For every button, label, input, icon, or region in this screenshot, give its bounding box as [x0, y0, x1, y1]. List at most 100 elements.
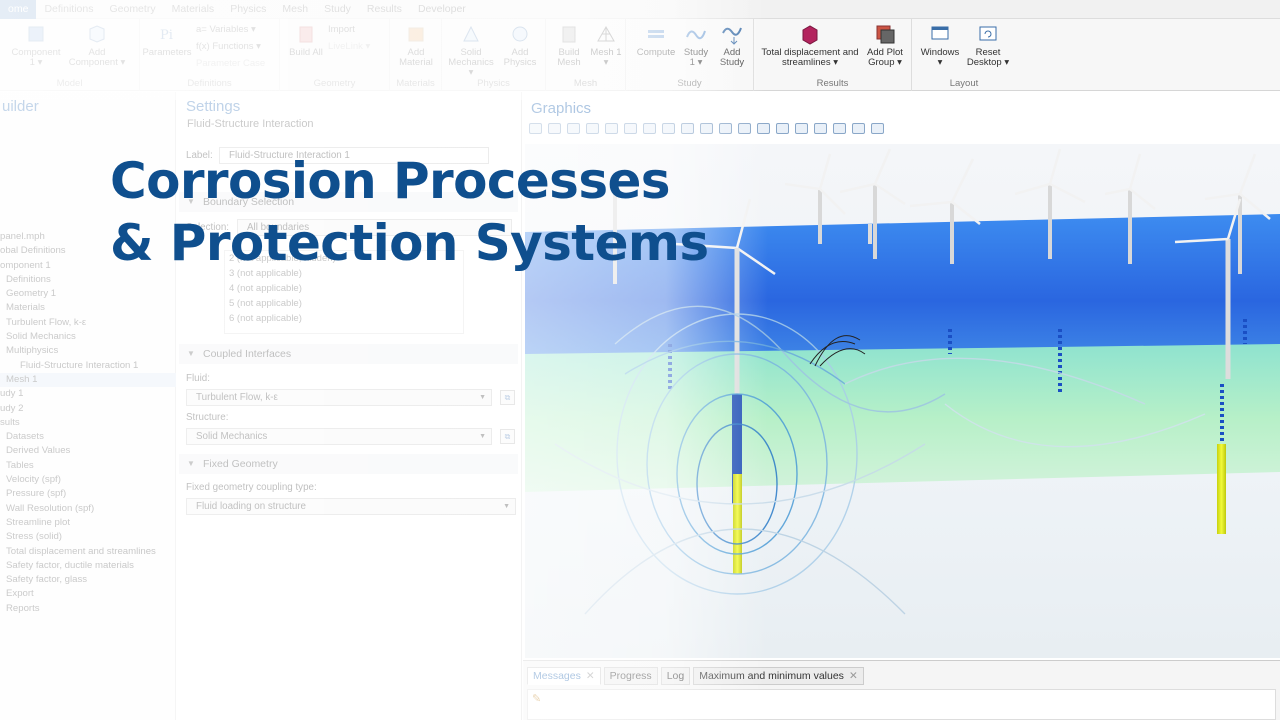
list-item[interactable]: 6 (not applicable)	[225, 311, 463, 326]
solid-mechanics-button[interactable]: Solid Mechanics ▾	[446, 23, 496, 78]
tab-log[interactable]: Log	[660, 667, 691, 685]
chevron-down-icon: ▼	[479, 433, 486, 440]
add-component-button[interactable]: Add Component ▾	[66, 23, 128, 68]
tree-node[interactable]: Safety factor, glass	[0, 573, 176, 587]
component-icon	[28, 26, 44, 42]
fluid-dropdown[interactable]: Turbulent Flow, k-ε ▼	[186, 389, 492, 406]
tree-node[interactable]: Wall Resolution (spf)	[0, 502, 176, 516]
parameters-button[interactable]: Pi Parameters	[142, 23, 192, 58]
image-snapshot-icon[interactable]	[871, 122, 884, 134]
collapse-icon: ▼	[187, 349, 195, 358]
transparency-icon[interactable]	[738, 122, 751, 134]
go-to-source-button[interactable]: ⧉	[500, 429, 515, 444]
axis-icon[interactable]	[605, 122, 618, 134]
tree-node[interactable]: Datasets	[0, 430, 176, 444]
tab-progress[interactable]: Progress	[603, 667, 658, 685]
component-button[interactable]: Component 1 ▾	[8, 23, 64, 68]
menu-study[interactable]: Study	[316, 3, 359, 15]
menu-developer[interactable]: Developer	[410, 3, 474, 15]
view-icon[interactable]	[681, 122, 694, 134]
tree-node[interactable]: Geometry 1	[0, 287, 176, 301]
menu-materials[interactable]: Materials	[164, 3, 223, 15]
menu-results[interactable]: Results	[359, 3, 410, 15]
pan-icon[interactable]	[662, 122, 675, 134]
broom-icon[interactable]: ✎	[532, 692, 541, 705]
variables-button[interactable]: a= Variables ▾	[196, 24, 256, 35]
tree-node[interactable]: Multiphysics	[0, 344, 176, 358]
tree-node[interactable]: Solid Mechanics	[0, 330, 176, 344]
tree-node[interactable]: Tables	[0, 459, 176, 473]
windows-button[interactable]: Windows ▾	[918, 23, 962, 68]
go-to-source-button[interactable]: ⧉	[500, 390, 515, 405]
menu-definitions[interactable]: Definitions	[36, 3, 101, 15]
grid-icon[interactable]	[776, 122, 789, 134]
tree-node[interactable]: Total displacement and streamlines	[0, 545, 176, 559]
tree-node[interactable]: Mesh 1	[0, 372, 176, 388]
study1-button[interactable]: Study 1 ▾	[680, 23, 712, 68]
build-mesh-button[interactable]: Build Mesh	[550, 23, 588, 68]
tree-node[interactable]: sults	[0, 416, 176, 430]
mesh1-button[interactable]: Mesh 1 ▾	[588, 23, 624, 68]
print-icon[interactable]	[833, 122, 846, 134]
ribbon-group-results: Total displacement and streamlines ▾ Add…	[754, 19, 912, 91]
tab-messages[interactable]: Messages ✕	[527, 667, 601, 685]
tree-node[interactable]: Derived Values	[0, 444, 176, 458]
settings-icon[interactable]	[852, 122, 865, 134]
main-monopile	[733, 474, 742, 574]
tree-node[interactable]: Streamline plot	[0, 516, 176, 530]
tree-node[interactable]: Velocity (spf)	[0, 473, 176, 487]
section-fixed-geometry[interactable]: ▼ Fixed Geometry	[179, 454, 518, 474]
tree-node[interactable]: Stress (solid)	[0, 530, 176, 544]
menu-geometry[interactable]: Geometry	[101, 3, 163, 15]
add-study-button[interactable]: Add Study	[714, 23, 750, 68]
menu-mesh[interactable]: Mesh	[274, 3, 316, 15]
add-physics-button[interactable]: Add Physics	[498, 23, 542, 68]
wireframe-icon[interactable]	[757, 122, 770, 134]
close-icon[interactable]: ✕	[586, 670, 595, 682]
build-all-button[interactable]: Build All	[286, 23, 326, 58]
list-item[interactable]: 4 (not applicable)	[225, 281, 463, 296]
rotate-icon[interactable]	[643, 122, 656, 134]
menu-physics[interactable]: Physics	[222, 3, 274, 15]
tree-node[interactable]: Definitions	[0, 273, 176, 287]
tree-node[interactable]: udy 2	[0, 402, 176, 416]
svg-text:Pi: Pi	[160, 28, 173, 43]
reset-desktop-button[interactable]: Reset Desktop ▾	[964, 23, 1012, 68]
import-button[interactable]: Import	[328, 24, 355, 35]
tree-node[interactable]: Export	[0, 587, 176, 601]
zoom-extents-icon[interactable]	[586, 122, 599, 134]
ribbon-group-model: Component 1 ▾ Add Component ▾ Model	[0, 19, 140, 91]
tree-node[interactable]: Fluid-Structure Interaction 1	[0, 359, 176, 373]
windows-icon	[931, 26, 949, 40]
zoom-box-icon[interactable]	[567, 122, 580, 134]
tree-node[interactable]: Pressure (spf)	[0, 487, 176, 501]
group-label-study: Study	[677, 78, 702, 89]
lights-icon[interactable]	[719, 122, 732, 134]
fixed-coupling-dropdown[interactable]: Fluid loading on structure ▼	[186, 498, 516, 515]
tree-node[interactable]: Safety factor, ductile materials	[0, 559, 176, 573]
select-icon[interactable]	[624, 122, 637, 134]
scene-light-icon[interactable]	[814, 122, 827, 134]
section-coupled-interfaces[interactable]: ▼ Coupled Interfaces	[179, 344, 518, 364]
add-plot-group-button[interactable]: Add Plot Group ▾	[862, 23, 908, 68]
tree-node[interactable]: Materials	[0, 301, 176, 315]
tree-node[interactable]: udy 1	[0, 387, 176, 401]
total-displacement-button[interactable]: Total displacement and streamlines ▾	[758, 23, 862, 68]
functions-button[interactable]: f(x) Functions ▾	[196, 41, 261, 52]
zoom-out-icon[interactable]	[548, 122, 561, 134]
close-icon[interactable]: ✕	[849, 670, 858, 682]
headline-line-2: & Protection Systems	[110, 214, 709, 272]
list-item[interactable]: 5 (not applicable)	[225, 296, 463, 311]
tab-max-min-values[interactable]: Maximum and minimum values ✕	[693, 667, 864, 685]
structure-dropdown[interactable]: Solid Mechanics ▼	[186, 428, 492, 445]
menu-home[interactable]: ome	[0, 0, 37, 19]
tree-node[interactable]: Turbulent Flow, k-ε	[0, 316, 176, 330]
livelink-button[interactable]: LiveLink ▾	[328, 41, 370, 52]
camera-icon[interactable]	[700, 122, 713, 134]
parameter-case-button[interactable]: Parameter Case	[196, 58, 265, 69]
zoom-in-icon[interactable]	[529, 122, 542, 134]
add-material-button[interactable]: Add Material	[394, 23, 438, 68]
compute-button[interactable]: Compute	[634, 23, 678, 58]
tree-node[interactable]: Reports	[0, 602, 176, 616]
mesh-view-icon[interactable]	[795, 122, 808, 134]
